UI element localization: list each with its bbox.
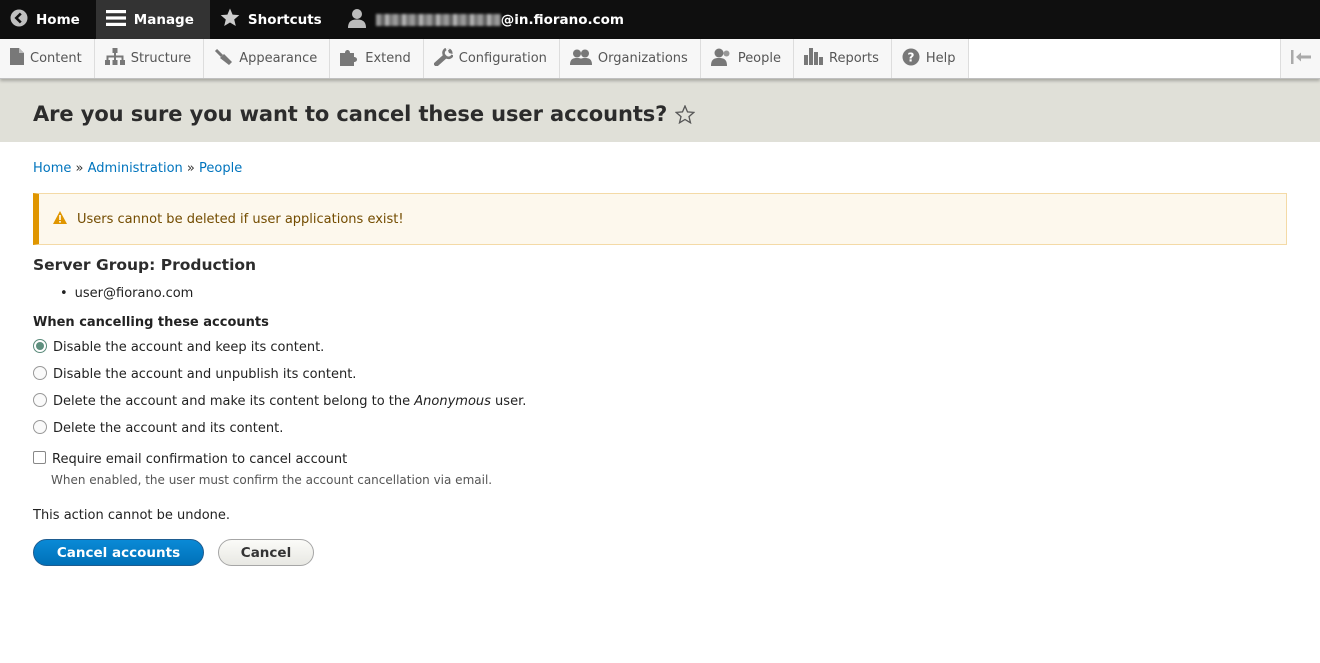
- undo-notice: This action cannot be undone.: [33, 508, 231, 523]
- tray-item-label: Appearance: [239, 51, 318, 66]
- tray-item-label: Reports: [829, 51, 879, 66]
- tray-item-structure[interactable]: Structure: [94, 39, 205, 78]
- radio-label-before: Delete the account and make its content …: [53, 394, 415, 409]
- radio-label: Disable the account and unpublish its co…: [53, 367, 357, 382]
- breadcrumb-separator: »: [75, 161, 84, 176]
- breadcrumb: Home » Administration » People: [33, 161, 1287, 176]
- user-list: user@fiorano.com: [33, 286, 1287, 301]
- toolbar-home[interactable]: Home: [0, 0, 96, 39]
- tray-item-label: Help: [925, 51, 956, 66]
- admin-tray: Content Structure Appearance Extend Conf…: [0, 39, 1320, 79]
- cancel-option-reassign[interactable]: Delete the account and make its content …: [33, 388, 1287, 415]
- hamburger-icon: [105, 9, 126, 31]
- tray-item-label: Extend: [365, 51, 411, 66]
- toolbar-user[interactable]: @in.fiorano.com: [338, 0, 634, 39]
- email-confirm-checkbox[interactable]: [33, 450, 46, 464]
- tray-item-reports[interactable]: Reports: [794, 39, 892, 78]
- radio-label: Delete the account and make its content …: [53, 394, 526, 409]
- tray-item-appearance[interactable]: Appearance: [204, 39, 331, 78]
- radio-label: Disable the account and keep its content…: [53, 340, 325, 355]
- admin-toolbar: Home Manage Shortcuts @in.fiorano.com: [0, 0, 1320, 39]
- toolbar-shortcuts[interactable]: Shortcuts: [210, 0, 338, 39]
- svg-text:?: ?: [907, 50, 914, 64]
- back-arrow-icon: [10, 9, 28, 31]
- cancel-option-block[interactable]: Disable the account and keep its content…: [33, 334, 1287, 361]
- wrench-icon: [432, 47, 454, 70]
- tray-item-help[interactable]: ? Help: [891, 39, 969, 78]
- toolbar-home-label: Home: [36, 11, 80, 28]
- list-item: user@fiorano.com: [60, 286, 1287, 301]
- cancel-option-delete[interactable]: Delete the account and its content.: [33, 415, 1287, 442]
- file-icon: [10, 48, 24, 69]
- server-group-heading: Server Group: Production: [33, 256, 257, 274]
- cancel-method-label: When cancelling these accounts: [33, 315, 269, 330]
- email-confirm-row[interactable]: Require email confirmation to cancel acc…: [33, 450, 1287, 467]
- tray-item-extend[interactable]: Extend: [330, 39, 424, 78]
- toolbar-manage-label: Manage: [133, 11, 194, 28]
- breadcrumb-people[interactable]: People: [199, 161, 242, 176]
- bar-chart-icon: [804, 48, 824, 69]
- tray-item-label: Content: [30, 51, 82, 66]
- star-icon: [220, 8, 240, 31]
- page-header: Are you sure you want to cancel these us…: [0, 78, 1320, 142]
- user-email-domain: @in.fiorano.com: [500, 11, 624, 28]
- brush-icon: [214, 48, 233, 69]
- radio-unpublish[interactable]: [33, 365, 47, 380]
- radio-reassign[interactable]: [33, 392, 47, 407]
- cancel-accounts-button[interactable]: Cancel accounts: [33, 539, 204, 566]
- breadcrumb-separator: »: [186, 161, 195, 176]
- email-confirm-description: When enabled, the user must confirm the …: [51, 473, 493, 487]
- blurred-username: [375, 13, 501, 26]
- page-title: Are you sure you want to cancel these us…: [33, 102, 668, 126]
- tray-item-label: Configuration: [458, 51, 547, 66]
- tray-spacer: [968, 39, 1280, 78]
- cancel-method-options: Disable the account and keep its content…: [33, 334, 1287, 442]
- toolbar-shortcuts-label: Shortcuts: [247, 11, 322, 28]
- cancel-option-unpublish[interactable]: Disable the account and unpublish its co…: [33, 361, 1287, 388]
- warning-text: Users cannot be deleted if user applicat…: [77, 211, 404, 227]
- structure-icon: [104, 48, 125, 69]
- tray-item-content[interactable]: Content: [0, 39, 95, 78]
- tray-item-people[interactable]: People: [700, 39, 795, 78]
- radio-label: Delete the account and its content.: [53, 421, 284, 436]
- email-confirm-label: Require email confirmation to cancel acc…: [52, 452, 348, 467]
- tray-item-label: People: [737, 51, 782, 66]
- puzzle-icon: [340, 48, 359, 70]
- warning-message: Users cannot be deleted if user applicat…: [33, 193, 1287, 245]
- tray-item-label: Organizations: [597, 51, 688, 66]
- collapse-left-icon: [1290, 49, 1311, 68]
- tray-item-configuration[interactable]: Configuration: [423, 39, 560, 78]
- main-content: Home » Administration » People Users can…: [0, 161, 1320, 566]
- tray-item-organizations[interactable]: Organizations: [559, 39, 701, 78]
- toolbar-manage[interactable]: Manage: [95, 0, 210, 39]
- help-icon: ?: [902, 48, 920, 70]
- tray-orientation-toggle[interactable]: [1280, 39, 1320, 78]
- warning-triangle-icon: [53, 210, 67, 228]
- form-actions: Cancel accounts Cancel: [33, 539, 1287, 566]
- radio-label-after: user.: [490, 394, 527, 409]
- cancel-button[interactable]: Cancel: [218, 539, 314, 566]
- radio-block[interactable]: [33, 338, 47, 353]
- breadcrumb-administration[interactable]: Administration: [88, 161, 183, 176]
- radio-label-emphasis: Anonymous: [414, 394, 491, 409]
- add-shortcut-star-icon[interactable]: [675, 104, 696, 124]
- radio-delete[interactable]: [33, 419, 47, 434]
- group-icon: [569, 49, 592, 69]
- breadcrumb-home[interactable]: Home: [33, 161, 71, 176]
- user-icon: [347, 8, 366, 32]
- tray-item-label: Structure: [130, 51, 192, 66]
- people-icon: [710, 48, 732, 70]
